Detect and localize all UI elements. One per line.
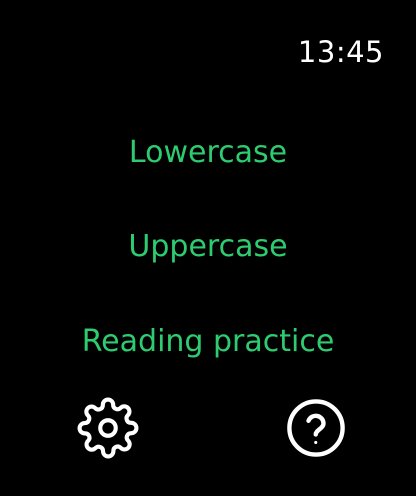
help-button[interactable] [284,396,348,460]
menu-item-lowercase[interactable]: Lowercase [0,130,416,176]
menu-item-uppercase[interactable]: Uppercase [0,224,416,270]
watch-screen: 13:45 Lowercase Uppercase Reading practi… [0,0,416,496]
gear-icon [77,397,139,459]
question-mark-circle-icon [285,397,347,459]
menu-item-reading-practice[interactable]: Reading practice [0,319,416,365]
status-time: 13:45 [297,35,384,69]
settings-button[interactable] [76,396,140,460]
